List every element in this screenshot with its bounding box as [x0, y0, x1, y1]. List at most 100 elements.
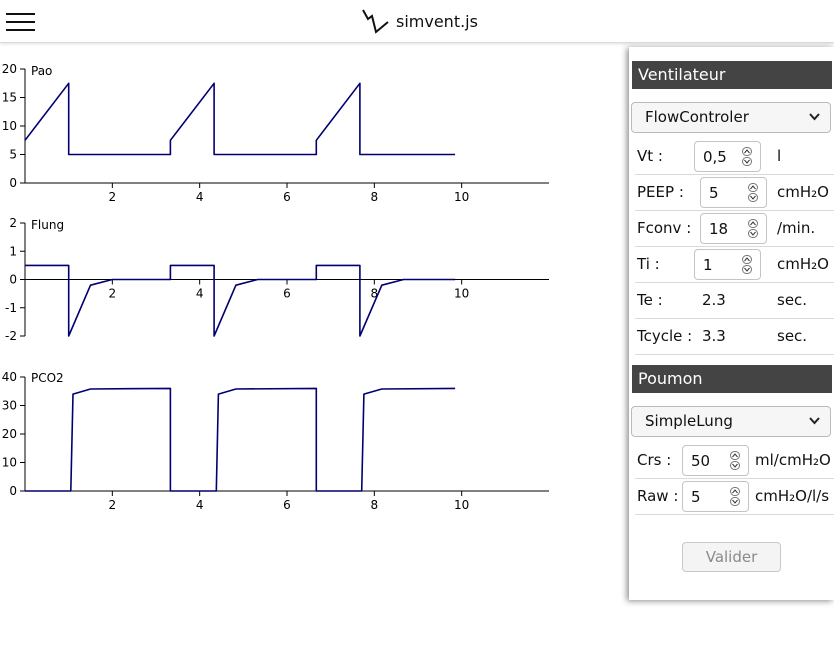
pao-x-tick-label: 10 — [454, 190, 469, 204]
pco2-x-tick-label: 6 — [283, 498, 291, 512]
ti-decrement-icon[interactable] — [742, 265, 752, 274]
flung-x-tick-label: 6 — [283, 287, 291, 301]
vt-label: Vt : — [637, 147, 663, 165]
flung-x-tick-label: 10 — [454, 287, 469, 301]
tcycle-label: Tcycle : — [637, 327, 693, 345]
vt-row: Vt : l — [635, 139, 834, 175]
pao-y-tick-label: 20 — [2, 62, 17, 76]
chevron-down-icon — [809, 113, 820, 121]
flung-series-line — [25, 264, 456, 337]
ti-input[interactable] — [703, 255, 737, 274]
peep-row: PEEP : cmH₂O — [635, 175, 834, 211]
pco2-x-tick-label: 8 — [371, 498, 379, 512]
crs-label: Crs : — [637, 451, 672, 469]
ti-label: Ti : — [637, 255, 660, 273]
peep-increment-icon[interactable] — [748, 183, 758, 192]
flung-x-tick-label: 8 — [371, 287, 379, 301]
crs-input[interactable] — [691, 451, 725, 470]
fconv-label: Fconv : — [637, 219, 692, 237]
ti-row: Ti : cmH₂O — [635, 247, 834, 283]
pao-x-tick-label: 4 — [196, 190, 204, 204]
top-bar: simvent.js — [0, 0, 834, 43]
raw-decrement-icon[interactable] — [730, 497, 740, 506]
fconv-increment-icon[interactable] — [748, 219, 758, 228]
flung-x-tick-label: 4 — [196, 287, 204, 301]
crs-row: Crs : ml/cmH₂O — [635, 443, 834, 479]
raw-unit: cmH₂O/l/s — [755, 487, 830, 505]
raw-input[interactable] — [691, 487, 725, 506]
peep-input[interactable] — [709, 183, 743, 202]
te-unit: sec. — [777, 291, 808, 309]
crs-unit: ml/cmH₂O — [755, 451, 831, 469]
validate-button[interactable]: Valider — [682, 542, 781, 572]
pco2-series-line — [25, 387, 456, 492]
flung-y-tick-label: 2 — [9, 216, 17, 230]
fconv-stepper[interactable] — [700, 213, 767, 244]
fconv-decrement-icon[interactable] — [748, 229, 758, 238]
crs-stepper[interactable] — [682, 445, 749, 476]
peep-decrement-icon[interactable] — [748, 193, 758, 202]
pco2-chart-label: PCO2 — [31, 371, 64, 385]
pao-y-tick-label: 10 — [2, 119, 17, 133]
pco2-y-tick-label: 10 — [2, 456, 17, 470]
hamburger-menu-icon[interactable] — [6, 12, 36, 32]
raw-row: Raw : cmH₂O/l/s — [635, 479, 834, 515]
pao-y-tick-label: 5 — [9, 148, 17, 162]
ventilator-section-header: Ventilateur — [632, 61, 832, 89]
chevron-down-icon — [809, 417, 820, 425]
ventilator-model-value: FlowControler — [645, 108, 749, 126]
flung-y-tick-label: 1 — [9, 244, 17, 258]
pao-chart-label: Pao — [31, 64, 52, 78]
raw-label: Raw : — [637, 487, 679, 505]
tcycle-value: 3.3 — [702, 327, 726, 345]
pao-y-tick-label: 15 — [2, 91, 17, 105]
vt-stepper[interactable] — [694, 141, 761, 172]
tcycle-unit: sec. — [777, 327, 808, 345]
ti-increment-icon[interactable] — [742, 255, 752, 264]
raw-increment-icon[interactable] — [730, 487, 740, 496]
te-value: 2.3 — [702, 291, 726, 309]
settings-panel: Ventilateur FlowControler Vt : l PEEP : … — [629, 47, 834, 600]
fconv-unit: /min. — [777, 219, 816, 237]
pao-x-tick-label: 8 — [371, 190, 379, 204]
raw-stepper[interactable] — [682, 481, 749, 512]
pao-series-line — [24, 82, 456, 156]
lung-model-value: SimpleLung — [645, 412, 733, 430]
ti-unit: cmH₂O — [777, 255, 829, 273]
pco2-x-tick-label: 4 — [196, 498, 204, 512]
pao-y-tick-label: 0 — [9, 176, 17, 190]
tcycle-row: Tcycle : 3.3 sec. — [635, 319, 834, 355]
pco2-x-tick-label: 10 — [454, 498, 469, 512]
flung-y-tick-label: -1 — [5, 301, 17, 315]
pao-x-tick-label: 2 — [109, 190, 117, 204]
ventilator-model-select[interactable]: FlowControler — [631, 102, 831, 133]
flung-chart-label: Flung — [31, 218, 64, 232]
pco2-y-tick-label: 0 — [9, 484, 17, 498]
lung-section-header: Poumon — [632, 365, 832, 393]
flung-y-tick-label: -2 — [5, 329, 17, 343]
vt-unit: l — [777, 147, 782, 165]
charts-area: Pao Flung PCO2 051015202 4 6 8 10-2-10122 4 6 8… — [2, 62, 549, 512]
pco2-y-tick-label: 40 — [2, 370, 17, 384]
brand: simvent.js — [360, 6, 478, 36]
ti-stepper[interactable] — [694, 249, 761, 280]
fconv-row: Fconv : /min. — [635, 211, 834, 247]
flung-y-tick-label: 0 — [9, 273, 17, 287]
peep-label: PEEP : — [637, 183, 684, 201]
pco2-y-tick-label: 30 — [2, 399, 17, 413]
crs-increment-icon[interactable] — [730, 451, 740, 460]
breath-wave-logo-icon — [362, 9, 389, 34]
vt-input[interactable] — [703, 147, 737, 166]
lung-model-select[interactable]: SimpleLung — [631, 406, 831, 437]
pao-x-tick-label: 6 — [283, 190, 291, 204]
app-title: simvent.js — [396, 11, 478, 31]
vt-decrement-icon[interactable] — [742, 157, 752, 166]
peep-stepper[interactable] — [700, 177, 767, 208]
te-row: Te : 2.3 sec. — [635, 283, 834, 319]
flung-x-tick-label: 2 — [109, 287, 117, 301]
vt-increment-icon[interactable] — [742, 147, 752, 156]
te-label: Te : — [637, 291, 663, 309]
crs-decrement-icon[interactable] — [730, 461, 740, 470]
fconv-input[interactable] — [709, 219, 743, 238]
pco2-x-tick-label: 2 — [109, 498, 117, 512]
